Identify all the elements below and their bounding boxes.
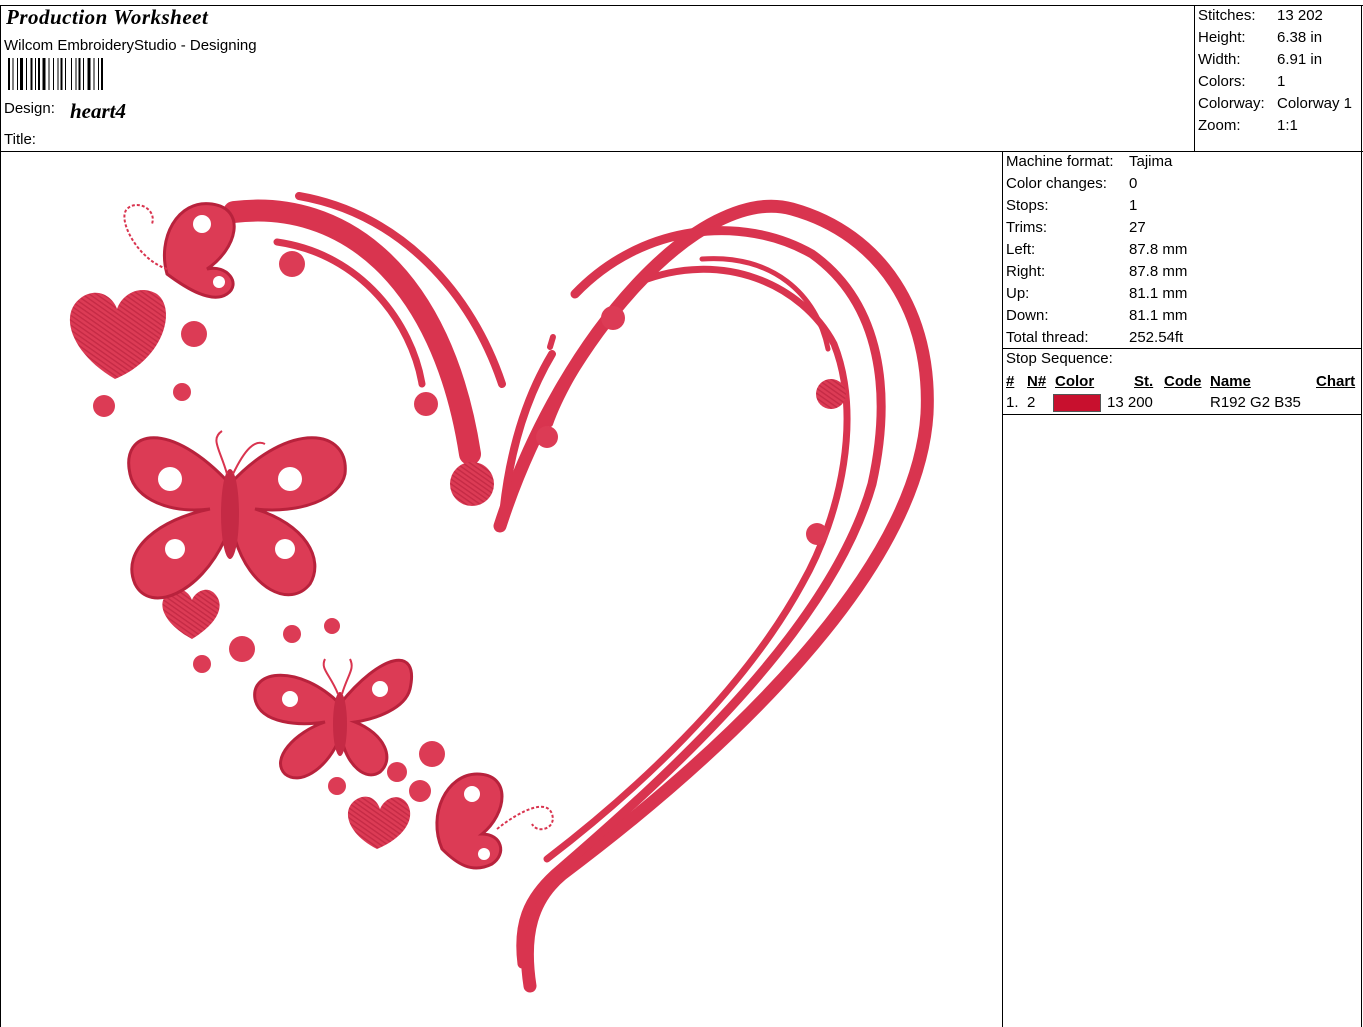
title-label: Title: [4, 131, 36, 148]
butterfly-bottom [435, 772, 554, 870]
heart-center-stroke-2 [547, 329, 603, 427]
summary-divider [1194, 5, 1195, 151]
design-name: heart4 [70, 99, 127, 123]
small-heart-3 [347, 796, 411, 849]
col-header-color: Color [1055, 373, 1095, 390]
col-header-chart: Chart [1316, 373, 1356, 390]
row-color-name: R192 G2 B35 [1210, 394, 1301, 411]
heart-center-stroke-3 [547, 334, 556, 350]
color-swatch [1053, 394, 1101, 412]
col-header-stitches: St. [1134, 373, 1154, 390]
app-name: Wilcom EmbroideryStudio - Designing [4, 37, 257, 54]
panel-divider [1002, 151, 1003, 1027]
sequence-divider [1002, 414, 1362, 415]
right-border [1361, 5, 1362, 1027]
col-header-name: Name [1210, 373, 1251, 390]
embroidery-design-preview [69, 192, 934, 993]
small-heart-1 [69, 289, 167, 379]
design-label: Design: [4, 100, 55, 117]
barcode-image [8, 58, 103, 90]
row-num: 1. [1006, 394, 1019, 411]
butterfly-medium [253, 658, 413, 780]
info-divider [1002, 348, 1362, 349]
stop-sequence-title: Stop Sequence: [1006, 350, 1113, 367]
col-header-needle: N# [1027, 373, 1047, 390]
row-needle: 2 [1027, 394, 1036, 411]
col-header-num: # [1006, 373, 1015, 390]
left-border [0, 5, 1, 1027]
worksheet-title: Production Worksheet [6, 5, 209, 29]
butterfly-top [123, 202, 236, 299]
row-stitches: 13 200 [1107, 394, 1153, 411]
heart-left-stroke-1 [223, 199, 481, 465]
butterfly-large [127, 430, 347, 600]
col-header-code: Code [1164, 373, 1202, 390]
header-bottom-border [0, 151, 1363, 152]
